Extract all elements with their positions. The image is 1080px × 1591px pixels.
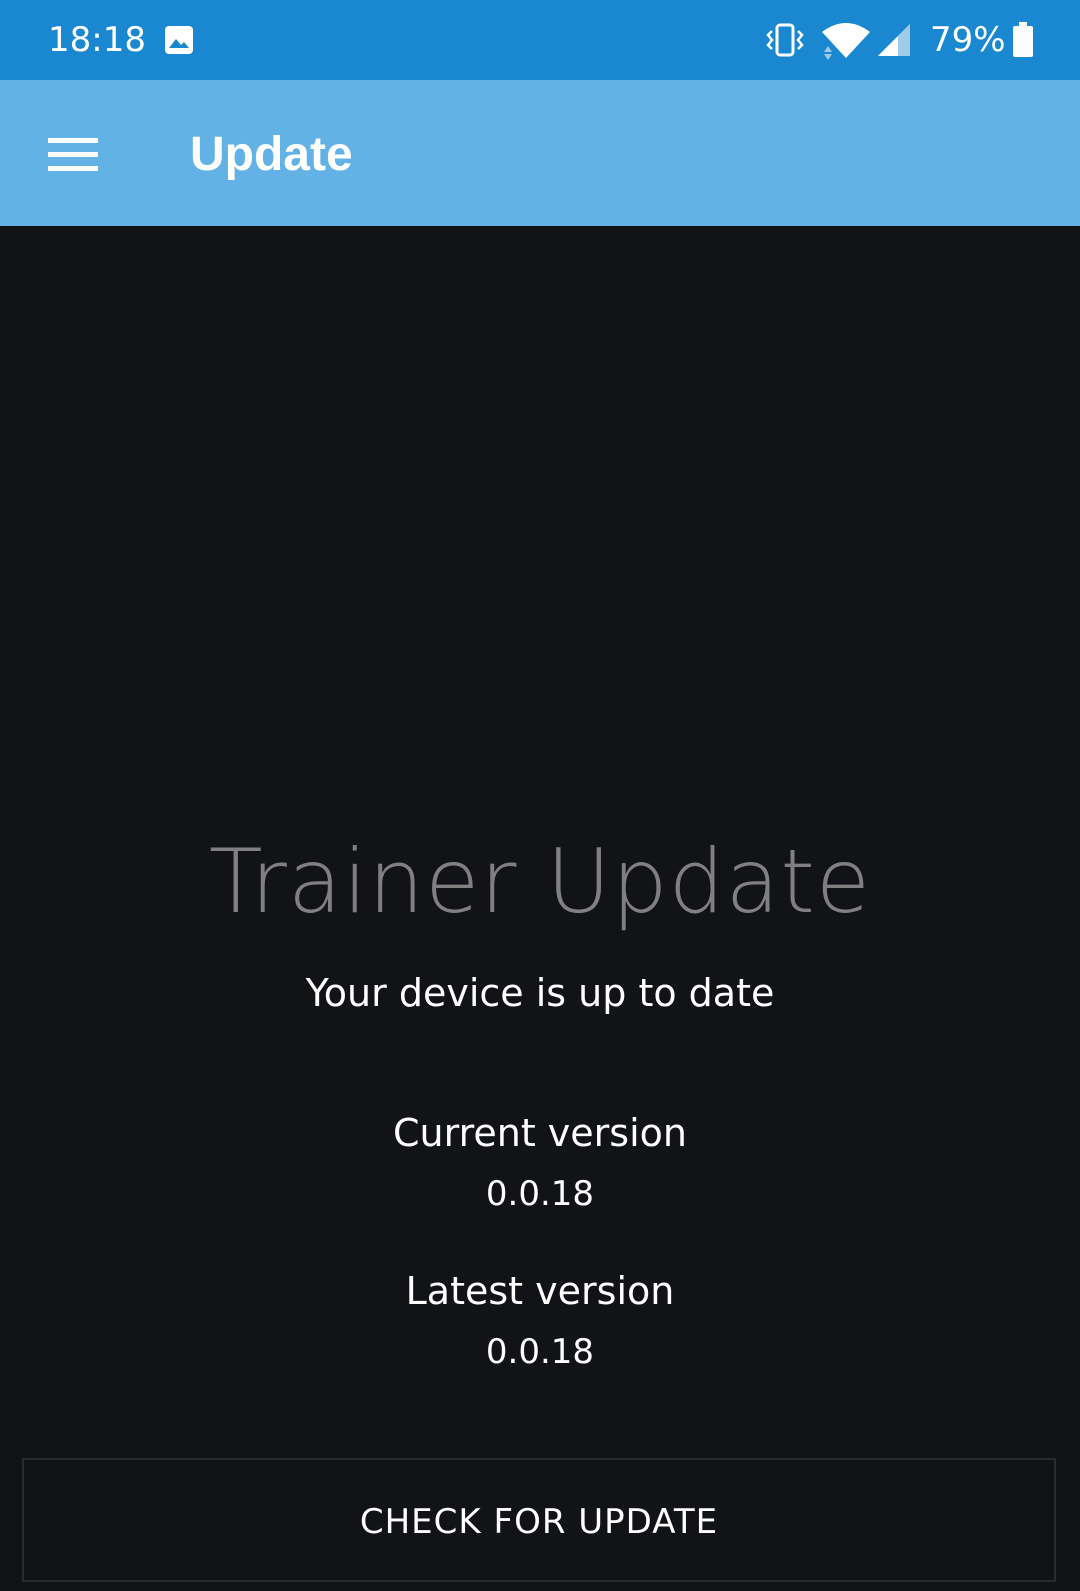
current-version-value: 0.0.18 [485, 1174, 595, 1214]
latest-version-label: Latest version [405, 1269, 675, 1313]
update-screen: 18:18 79% Update Trainer Update Your dev… [0, 0, 1080, 1591]
status-time: 18:18 [48, 20, 146, 60]
battery-percentage: 79% [930, 20, 1006, 60]
latest-version-value: 0.0.18 [485, 1332, 595, 1372]
page-title: Update [190, 128, 353, 181]
check-for-update-button[interactable]: CHECK FOR UPDATE [22, 1458, 1056, 1582]
current-version-label: Current version [393, 1111, 687, 1155]
menu-button[interactable] [30, 116, 116, 192]
update-content: Trainer Update Your device is up to date… [0, 226, 1080, 1591]
battery-icon [1013, 22, 1033, 57]
app-bar: Update [0, 80, 1080, 226]
wifi-icon [822, 23, 870, 60]
status-bar: 18:18 79% [0, 0, 1080, 80]
vibrate-icon [766, 23, 804, 57]
gallery-icon [165, 26, 193, 54]
headline: Trainer Update [208, 830, 872, 933]
hamburger-menu-icon [48, 138, 98, 171]
update-status-message: Your device is up to date [305, 971, 775, 1015]
signal-icon [878, 24, 910, 56]
